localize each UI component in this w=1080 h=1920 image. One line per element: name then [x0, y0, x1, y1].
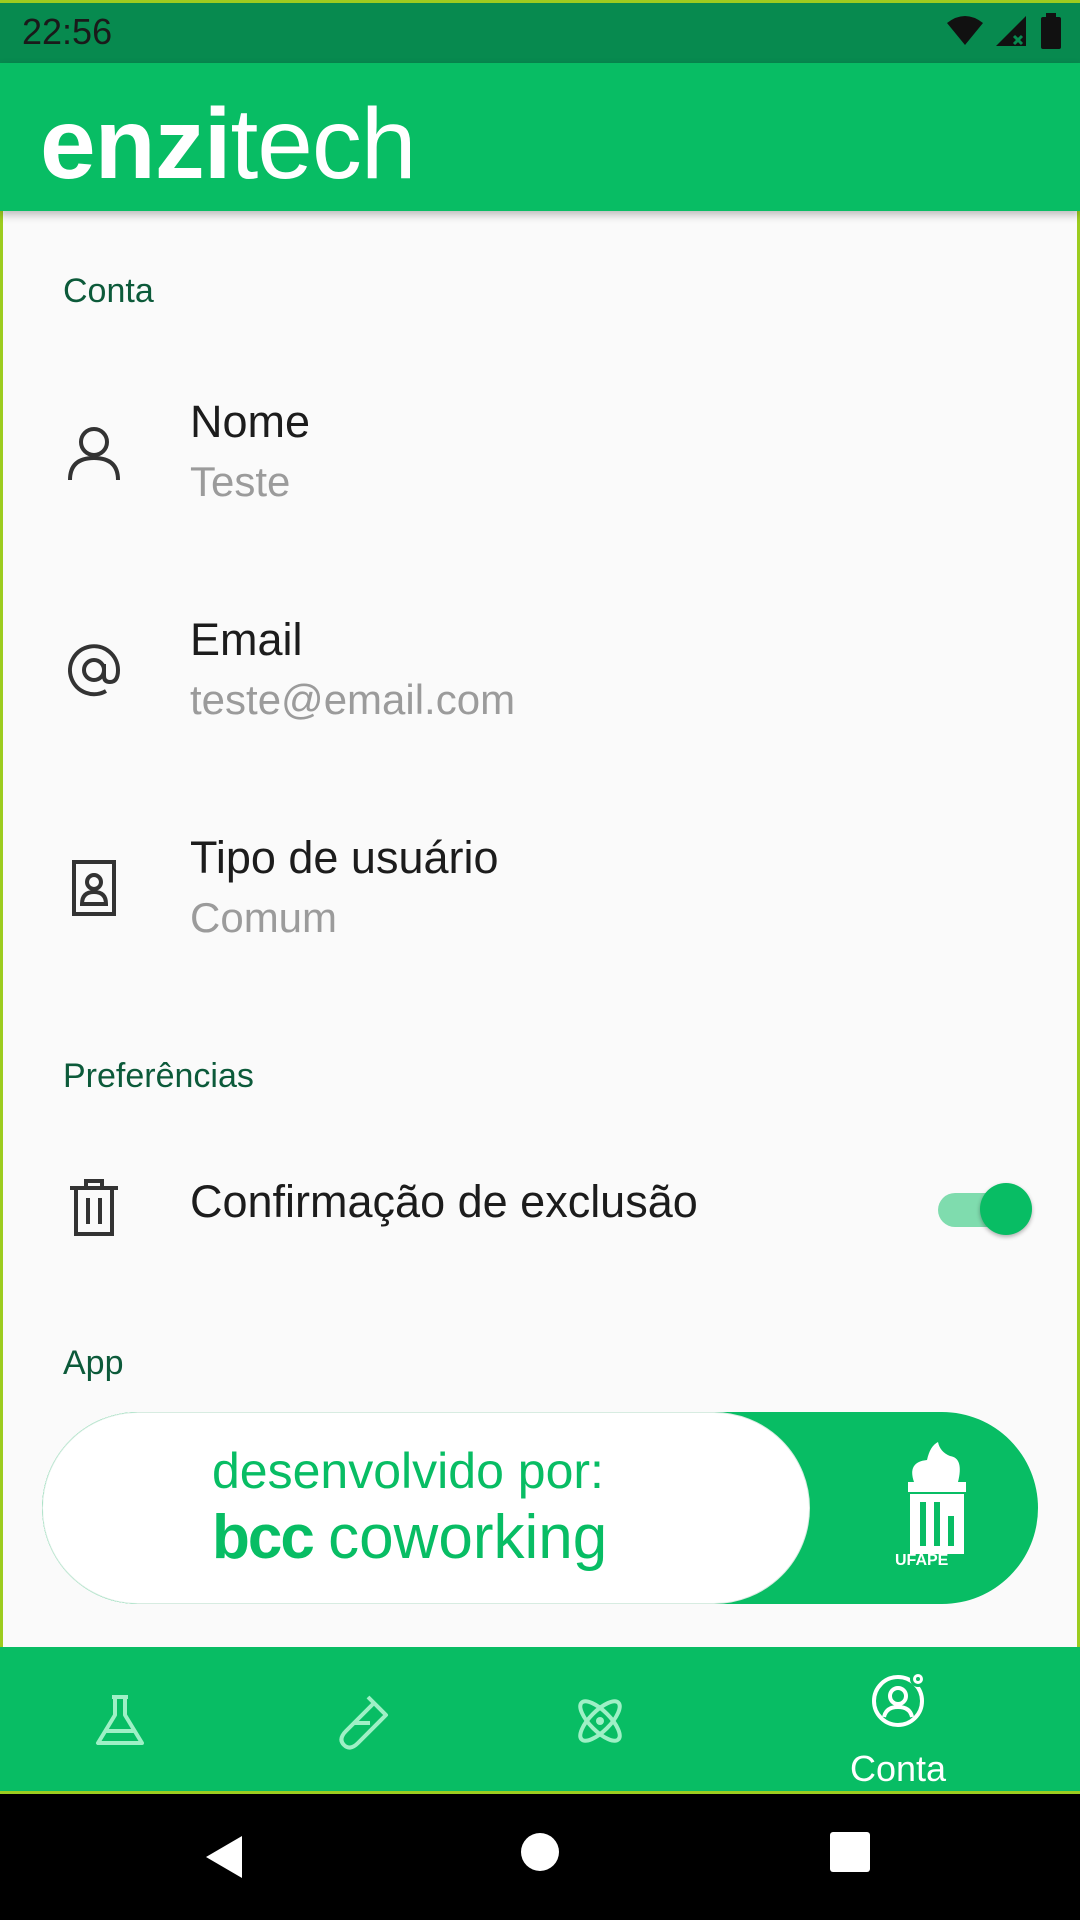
account-name-item[interactable]: Nome Teste	[0, 380, 1080, 520]
banner-bcc: bcc	[212, 1503, 315, 1572]
system-navigation-bar	[0, 1794, 1080, 1920]
status-bar: 22:56	[0, 0, 1080, 63]
banner-coworking: coworking	[328, 1503, 608, 1572]
account-email-item[interactable]: Email teste@email.com	[0, 598, 1080, 738]
person-icon	[68, 427, 120, 481]
badge-icon	[72, 860, 116, 916]
status-icons	[946, 13, 1062, 49]
item-title: Confirmação de exclusão	[190, 1176, 698, 1227]
wifi-icon	[947, 16, 983, 45]
nav-label-account: Conta	[850, 1748, 947, 1789]
section-title-preferences: Preferências	[63, 1057, 254, 1095]
flask-icon	[96, 1695, 144, 1745]
test-tube-icon	[339, 1695, 388, 1750]
item-title: Email	[190, 614, 303, 665]
section-title-account: Conta	[63, 272, 154, 310]
item-title: Nome	[190, 396, 311, 447]
account-settings-icon	[872, 1671, 926, 1727]
delete-confirmation-item[interactable]: Confirmação de exclusão	[0, 1140, 1080, 1270]
battery-icon	[1041, 13, 1061, 49]
toggle-thumb	[980, 1183, 1032, 1235]
item-subtitle: Teste	[190, 458, 291, 505]
developer-banner[interactable]: desenvolvido por: bcc coworking UFAPE	[42, 1412, 1038, 1604]
item-title: Tipo de usuário	[190, 832, 499, 883]
at-sign-icon	[68, 644, 121, 697]
trash-icon	[70, 1179, 118, 1236]
nav-item-atom[interactable]	[540, 1647, 660, 1791]
back-icon[interactable]	[204, 1834, 244, 1880]
banner-developed-by: desenvolvido por:	[212, 1443, 604, 1499]
ufape-label: UFAPE	[895, 1552, 949, 1569]
app-logo: enzitech	[40, 87, 417, 202]
delete-confirmation-toggle[interactable]	[938, 1181, 1034, 1237]
section-title-app: App	[63, 1344, 124, 1382]
atom-icon	[578, 1699, 622, 1743]
home-icon[interactable]	[520, 1832, 560, 1872]
item-subtitle: teste@email.com	[190, 676, 516, 723]
logo-light: tech	[230, 88, 416, 200]
nav-item-test-tube[interactable]	[300, 1647, 420, 1791]
account-type-item[interactable]: Tipo de usuário Comum	[0, 816, 1080, 956]
item-subtitle: Comum	[190, 894, 338, 941]
recents-icon[interactable]	[830, 1832, 870, 1872]
banner-coworking-logo: bcc coworking	[212, 1502, 607, 1573]
logo-bold: enzi	[40, 88, 231, 200]
nav-item-flask[interactable]	[60, 1647, 180, 1791]
app-bar: enzitech	[0, 63, 1080, 211]
status-time: 22:56	[22, 11, 113, 52]
signal-icon	[996, 16, 1026, 46]
